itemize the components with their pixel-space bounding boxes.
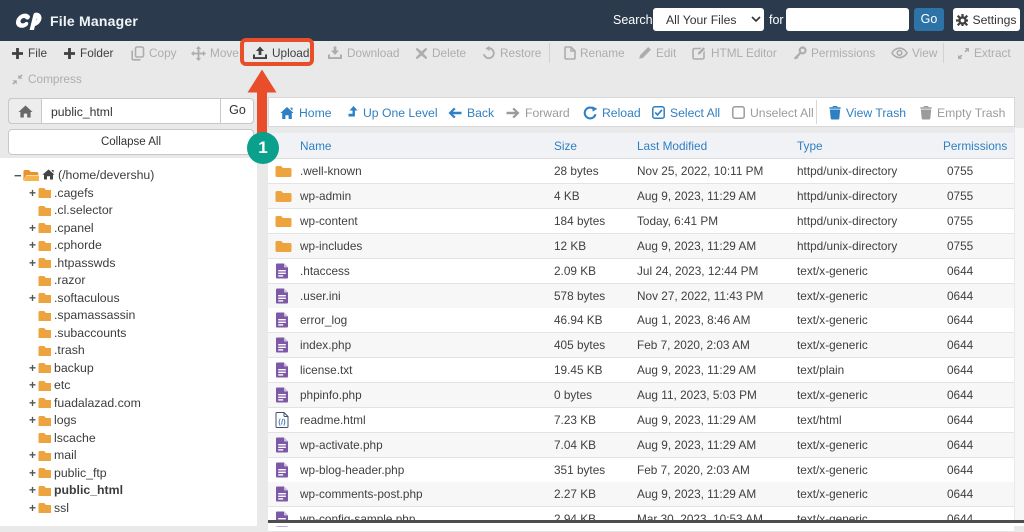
svg-text:⟨/⟩: ⟨/⟩	[278, 417, 286, 426]
